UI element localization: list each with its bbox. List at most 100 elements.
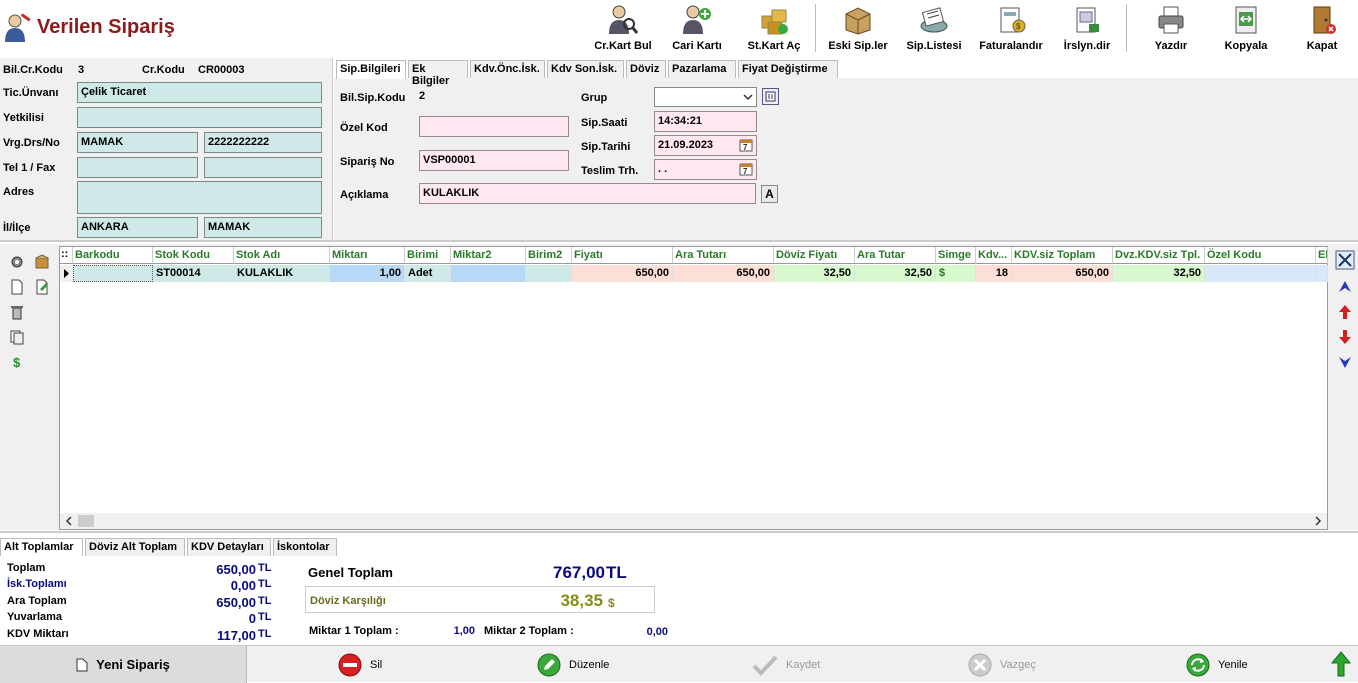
cari-karti-button[interactable]: Cari Kartı [664,2,730,56]
move-first-icon[interactable] [1337,279,1353,295]
calendar-icon[interactable]: 7 [739,138,753,152]
cell-birim2[interactable] [526,265,572,282]
kapat-button[interactable]: Kapat [1298,2,1346,56]
grup-lookup-button[interactable] [762,88,779,105]
scroll-thumb[interactable] [78,515,94,527]
cell-kdv[interactable]: 18 [976,265,1012,282]
cell-ara-tutar[interactable]: 32,50 [855,265,936,282]
siparis-listesi-button[interactable]: Sip.Listesi [902,2,966,56]
cr-kart-bul-button[interactable]: Cr.Kart Bul [590,2,656,56]
sil-button[interactable]: Sil [338,646,382,683]
cell-ara-tutari[interactable]: 650,00 [673,265,774,282]
adres-field[interactable] [77,181,322,214]
col-miktar2[interactable]: Miktar2 [451,247,526,264]
aciklama-a-button[interactable]: A [761,185,778,203]
cell-ozel-kodu[interactable] [1205,265,1316,282]
tab-sip-bilgileri[interactable]: Sip.Bilgileri [336,60,406,79]
grup-select[interactable] [654,87,757,107]
new-document-icon[interactable] [9,279,25,295]
grup-label: Grup [581,92,608,104]
unvan-field[interactable]: Çelik Ticaret [77,82,322,103]
tab-kdv-detaylari[interactable]: KDV Detayları [187,538,271,556]
col-fiyati[interactable]: Fiyatı [572,247,673,264]
tab-pazarlama[interactable]: Pazarlama [668,60,736,78]
vergi-dairesi-field[interactable]: MAMAK [77,132,198,153]
cell-kdvsiz-toplam[interactable]: 650,00 [1012,265,1113,282]
cell-simge[interactable]: $ [936,265,976,282]
irsaliyelendir-button[interactable]: İrslyn.dir [1057,2,1117,56]
col-stok-kodu[interactable]: Stok Kodu [153,247,234,264]
vazgec-button[interactable]: Vazgeç [968,646,1036,683]
ilce-field[interactable]: MAMAK [204,217,322,238]
col-simge[interactable]: Simge [936,247,976,264]
col-ozel-kodu[interactable]: Özel Kodu [1205,247,1316,264]
product-box-icon[interactable] [34,254,50,270]
faturalandir-button[interactable]: $ Faturalandır [973,2,1049,56]
col-ara-tutar[interactable]: Ara Tutar [855,247,936,264]
il-field[interactable]: ANKARA [77,217,198,238]
siparis-no-field[interactable]: VSP00001 [419,150,569,171]
col-miktari[interactable]: Miktarı [330,247,405,264]
col-birim2[interactable]: Birim2 [526,247,572,264]
scroll-left-icon[interactable] [64,516,74,526]
cell-ek[interactable] [1316,265,1328,282]
st-kart-ac-button[interactable]: St.Kart Aç [740,2,808,56]
cell-doviz-fiyati[interactable]: 32,50 [774,265,855,282]
col-stok-adi[interactable]: Stok Adı [234,247,330,264]
calendar-icon[interactable]: 7 [739,162,753,176]
tab-ek-bilgiler[interactable]: Ek Bilgiler [408,60,468,87]
ozel-kod-field[interactable] [419,116,569,137]
col-dvz-kdvsiz-tpl[interactable]: Dvz.KDV.siz Tpl. [1113,247,1205,264]
yeni-siparis-button[interactable]: Yeni Sipariş [0,646,247,683]
move-down-icon[interactable] [1338,329,1352,345]
settings-gear-icon[interactable] [9,254,25,270]
sip-saati-field[interactable]: 14:34:21 [654,111,757,132]
tab-kdv-son-isk[interactable]: Kdv Son.İsk. [547,60,624,78]
col-birimi[interactable]: Birimi [405,247,451,264]
move-up-icon[interactable] [1338,304,1352,320]
duzenle-button[interactable]: Düzenle [537,646,609,683]
scroll-top-arrow-icon[interactable] [1331,651,1351,677]
tab-alt-toplamlar[interactable]: Alt Toplamlar [0,538,83,556]
sip-tarihi-field[interactable]: 21.09.2023 7 [654,135,757,156]
col-kdv[interactable]: Kdv... [976,247,1012,264]
col-ara-tutari[interactable]: Ara Tutarı [673,247,774,264]
cell-barkodu[interactable] [73,265,153,282]
tab-doviz-alt-toplam[interactable]: Döviz Alt Toplam [85,538,185,556]
col-kdvsiz-toplam[interactable]: KDV.siz Toplam [1012,247,1113,264]
tab-kdv-onc-isk[interactable]: Kdv.Önc.İsk. [470,60,545,78]
kaydet-button[interactable]: Kaydet [752,646,820,683]
trash-icon[interactable] [9,304,25,320]
cell-stok-kodu[interactable]: ST00014 [153,265,234,282]
cell-stok-adi[interactable]: KULAKLIK [234,265,330,282]
copy-rows-icon[interactable] [9,329,25,345]
row-indicator[interactable] [60,265,73,282]
cell-dvz-kdvsiz-tpl[interactable]: 32,50 [1113,265,1205,282]
tab-iskontolar[interactable]: İskontolar [273,538,337,556]
eski-siparisler-button[interactable]: Eski Sip.ler [822,2,894,56]
close-grid-icon[interactable] [1335,250,1355,270]
tab-doviz[interactable]: Döviz [626,60,666,78]
col-ek[interactable]: Ek [1316,247,1328,264]
col-doviz-fiyati[interactable]: Döviz Fiyatı [774,247,855,264]
horizontal-scrollbar[interactable] [60,513,1327,529]
fax-field[interactable] [204,157,322,178]
teslim-tarihi-field[interactable]: . . 7 [654,159,757,180]
currency-dollar-icon[interactable]: $ [9,354,25,370]
move-last-icon[interactable] [1337,354,1353,370]
cell-miktar2[interactable] [451,265,526,282]
col-barkodu[interactable]: Barkodu [73,247,153,264]
scroll-right-icon[interactable] [1313,516,1323,526]
yenile-button[interactable]: Yenile [1186,646,1248,683]
aciklama-field[interactable]: KULAKLIK [419,183,756,204]
tab-fiyat-degistirme[interactable]: Fiyat Değiştirme [738,60,838,78]
cell-birimi[interactable]: Adet [405,265,451,282]
cell-fiyati[interactable]: 650,00 [572,265,673,282]
edit-document-icon[interactable] [34,279,50,295]
kopyala-button[interactable]: Kopyala [1216,2,1276,56]
cell-miktari[interactable]: 1,00 [330,265,405,282]
yazdir-button[interactable]: Yazdır [1145,2,1197,56]
vergi-no-field[interactable]: 2222222222 [204,132,322,153]
tel-field[interactable] [77,157,198,178]
yetkili-field[interactable] [77,107,322,128]
